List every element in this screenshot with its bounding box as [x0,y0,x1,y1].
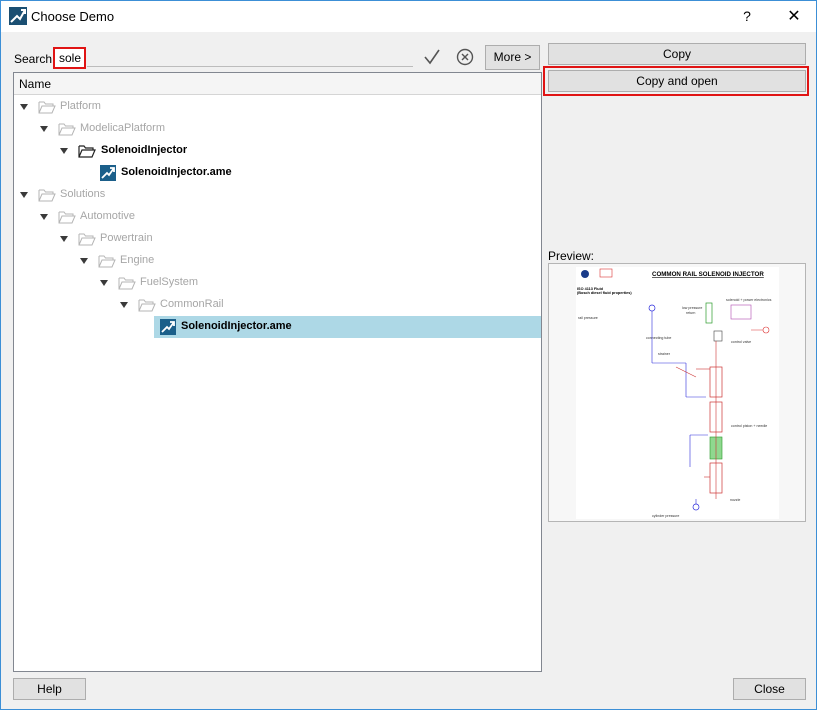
copy-and-open-button[interactable]: Copy and open [548,70,806,92]
tree-item-commonrail[interactable]: CommonRail [14,294,541,316]
tree-item-solenoidinjector-file[interactable]: SolenoidInjector.ame [14,162,541,184]
demo-tree[interactable]: Name Platform ModelicaPlatform SolenoidI… [13,72,542,672]
close-button[interactable]: Close [733,678,806,700]
amesim-logo-icon [9,7,27,25]
search-input[interactable]: sole [53,47,86,69]
fluid-properties-label: (Bosch diesel fluid properties) [577,291,632,295]
tree-item-powertrain[interactable]: Powertrain [14,228,541,250]
tree-item-label: CommonRail [160,298,224,310]
tree-item-label: Powertrain [100,232,153,244]
annotation-nozzle: nozzle [730,498,740,502]
tree-item-label: SolenoidInjector.ame [181,320,292,332]
tree-item-label: FuelSystem [140,276,199,288]
amesim-file-icon [100,165,116,181]
amesim-file-icon [160,319,176,335]
preview-panel: COMMON RAIL SOLENOID INJECTOR ISO 4113 F… [548,263,806,522]
preview-image: COMMON RAIL SOLENOID INJECTOR ISO 4113 F… [576,267,779,519]
expand-arrow-icon[interactable] [80,258,88,264]
folder-open-icon [78,145,96,158]
tree-item-platform[interactable]: Platform [14,96,541,118]
injector-diagram: COMMON RAIL SOLENOID INJECTOR ISO 4113 F… [577,268,772,518]
more-button[interactable]: More > [485,45,540,70]
tree-item-solutions[interactable]: Solutions [14,184,541,206]
choose-demo-dialog: Choose Demo ? ✕ Search: sole More > Copy… [0,0,817,710]
tree-item-label: SolenoidInjector [101,144,188,156]
annotation-return: return [686,311,695,315]
search-label: Search: [14,52,56,66]
expand-arrow-icon[interactable] [20,192,28,198]
folder-open-icon [58,123,76,136]
help-button[interactable]: Help [13,678,86,700]
tree-item-label: Solutions [60,188,106,200]
tree-item-label: Platform [60,100,101,112]
tree-item-solenoidinjector-selected[interactable]: SolenoidInjector.ame [14,316,541,338]
expand-arrow-icon[interactable] [120,302,128,308]
search-field-underline[interactable] [87,66,413,67]
expand-arrow-icon[interactable] [60,236,68,242]
folder-open-icon [38,101,56,114]
folder-open-icon [118,277,136,290]
folder-open-icon [98,255,116,268]
tree-item-engine[interactable]: Engine [14,250,541,272]
annotation-solenoid: solenoid + power electronics [726,298,772,302]
diagram-title: COMMON RAIL SOLENOID INJECTOR [652,271,764,278]
tree-item-label: SolenoidInjector.ame [121,166,232,178]
folder-open-icon [138,299,156,312]
preview-label: Preview: [548,249,595,263]
annotation-low-pressure: low pressure [682,306,702,310]
tree-item-label: Engine [120,254,155,266]
window-close-button[interactable]: ✕ [779,3,809,30]
tree-item-label: Automotive [80,210,136,222]
annotation-strainer: strainer [658,352,671,356]
annotation-rail-pressure: rail pressure [578,316,598,320]
expand-arrow-icon[interactable] [40,126,48,132]
tree-item-modelicaplatform[interactable]: ModelicaPlatform [14,118,541,140]
tree-item-solenoidinjector-folder[interactable]: SolenoidInjector [14,140,541,162]
checkmark-icon[interactable] [423,48,441,66]
title-help-button[interactable]: ? [732,3,762,30]
annotation-connecting-tube: connecting tube [646,336,671,340]
window-title: Choose Demo [31,9,115,24]
folder-open-icon [38,189,56,202]
expand-arrow-icon[interactable] [60,148,68,154]
copy-button[interactable]: Copy [548,43,806,65]
expand-arrow-icon[interactable] [100,280,108,286]
annotation-control-valve: control valve [731,340,751,344]
folder-open-icon [58,211,76,224]
clear-circle-icon[interactable] [456,48,474,66]
title-bar: Choose Demo ? ✕ [1,1,816,32]
tree-item-automotive[interactable]: Automotive [14,206,541,228]
tree-item-label: ModelicaPlatform [80,122,165,134]
annotation-cylinder-pressure: cylinder pressure [652,514,679,518]
folder-open-icon [78,233,96,246]
annotation-control-piston: control piston + needle [731,424,767,428]
tree-item-fuelsystem[interactable]: FuelSystem [14,272,541,294]
expand-arrow-icon[interactable] [40,214,48,220]
expand-arrow-icon[interactable] [20,104,28,110]
tree-header-name[interactable]: Name [14,73,541,95]
